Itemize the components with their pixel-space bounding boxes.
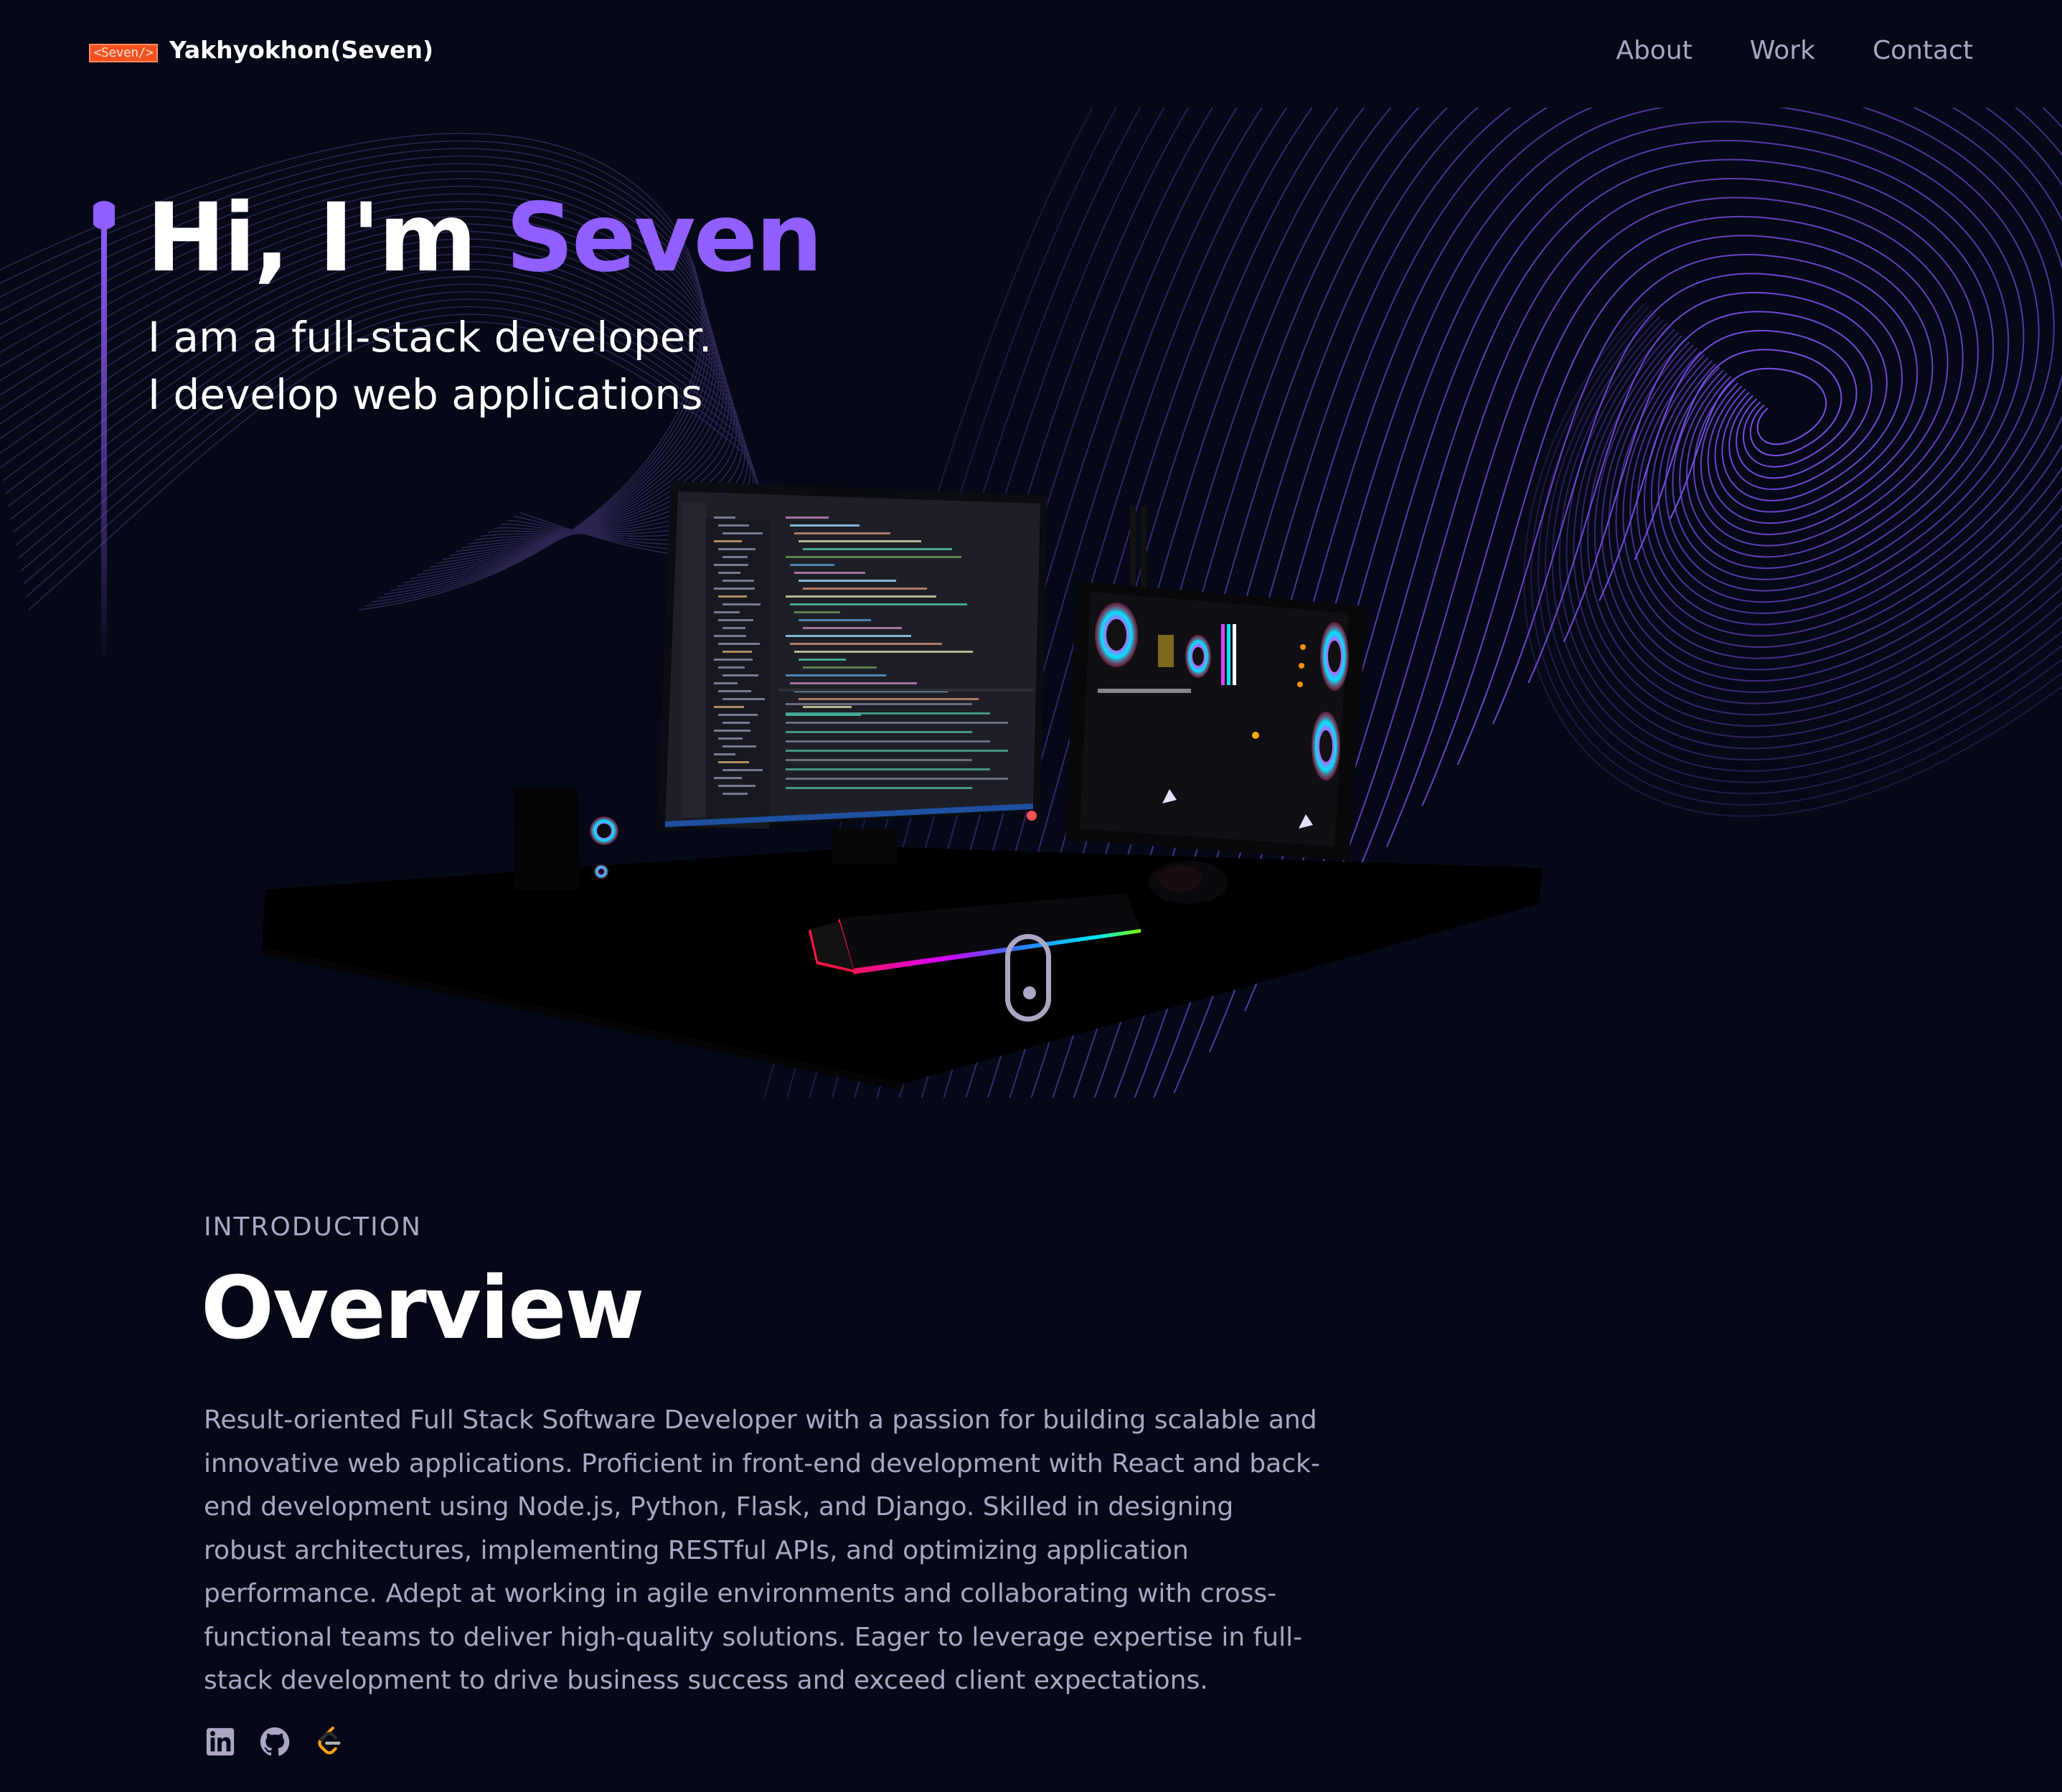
speaker-left: [513, 789, 618, 890]
hero-title-prefix: Hi, I'm: [146, 183, 506, 293]
logo-badge[interactable]: <Seven/>: [89, 44, 158, 62]
brand-name[interactable]: Yakhyokhon(Seven): [169, 36, 433, 64]
section-title: Overview: [201, 1259, 644, 1359]
section-label: INTRODUCTION: [204, 1212, 422, 1242]
social-links: [204, 1725, 346, 1758]
nav-link-about[interactable]: About: [1616, 36, 1692, 65]
monitor: [656, 481, 1048, 864]
navbar: <Seven/> Yakhyokhon(Seven) About Work Co…: [0, 0, 2062, 108]
hero-subtitle: I am a full-stack developer. I develop w…: [148, 308, 712, 423]
hero-subtitle-line-2: I develop web applications: [148, 370, 703, 419]
leetcode-icon[interactable]: [313, 1725, 346, 1758]
computer-desk-scene[interactable]: [244, 459, 1564, 1105]
hero-subtitle-line-1: I am a full-stack developer.: [148, 313, 712, 362]
scroll-down-indicator[interactable]: [1005, 934, 1051, 1022]
nav-links: About Work Contact: [1616, 36, 1973, 65]
hero-accent-line: [93, 201, 115, 667]
linkedin-icon[interactable]: [204, 1725, 237, 1758]
scroll-dot: [1023, 986, 1036, 999]
pc-case: [1065, 506, 1367, 861]
nav-link-contact[interactable]: Contact: [1873, 36, 1973, 65]
hero-title: Hi, I'm Seven: [146, 183, 823, 293]
nav-link-work[interactable]: Work: [1750, 36, 1815, 65]
github-icon[interactable]: [258, 1725, 291, 1758]
hero-title-name: Seven: [505, 183, 823, 293]
overview-paragraph: Result-oriented Full Stack Software Deve…: [204, 1405, 1320, 1695]
